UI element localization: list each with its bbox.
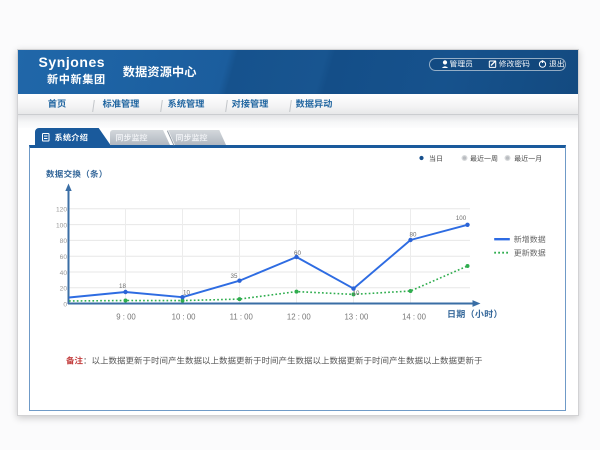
svg-text:60: 60 xyxy=(60,254,68,261)
svg-text:60: 60 xyxy=(294,250,301,257)
svg-text:10 : 00: 10 : 00 xyxy=(172,313,197,322)
svg-text:80: 80 xyxy=(410,232,417,239)
svg-text:11 : 00: 11 : 00 xyxy=(230,313,254,322)
svg-text:80: 80 xyxy=(60,238,68,245)
svg-text:10: 10 xyxy=(353,290,360,297)
svg-text:12 : 00: 12 : 00 xyxy=(287,313,312,322)
svg-text:40: 40 xyxy=(60,270,68,277)
svg-text:9 : 00: 9 : 00 xyxy=(116,313,136,322)
svg-text:14 : 00: 14 : 00 xyxy=(402,313,427,322)
svg-text:0: 0 xyxy=(63,301,67,308)
svg-text:13 : 00: 13 : 00 xyxy=(344,313,369,322)
svg-text:10: 10 xyxy=(183,289,190,296)
svg-text:120: 120 xyxy=(56,207,67,214)
svg-text:100: 100 xyxy=(56,222,67,229)
svg-text:35: 35 xyxy=(231,273,238,280)
svg-text:18: 18 xyxy=(119,283,126,290)
svg-text:20: 20 xyxy=(60,286,68,293)
svg-text:100: 100 xyxy=(456,215,467,222)
